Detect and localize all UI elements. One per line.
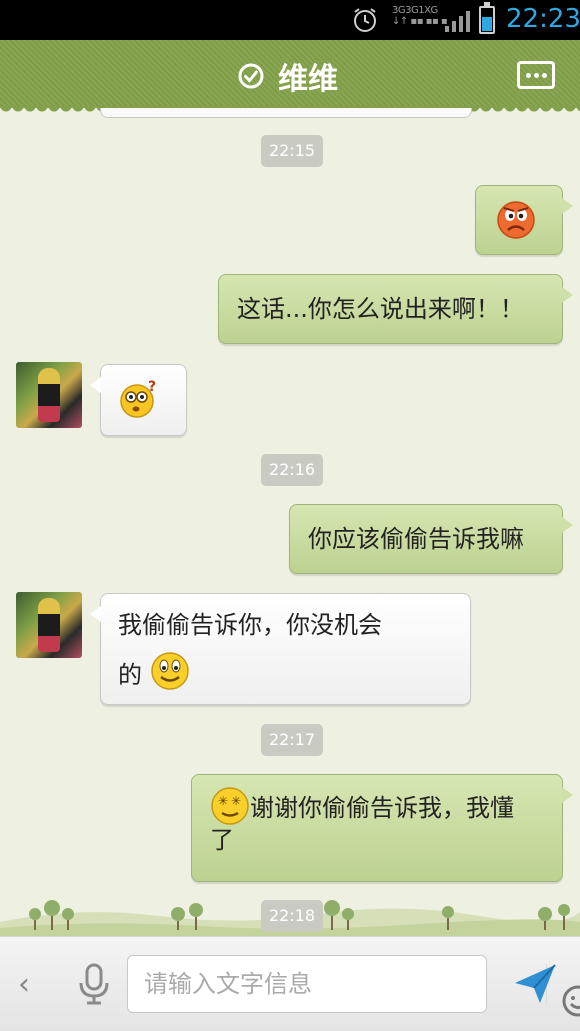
status-bar: 3G3G1XG ↓↑ ▪▪ ▪▪ ▪ 22:23 — [0, 0, 580, 40]
timestamp: 22:16 — [261, 454, 324, 486]
send-icon[interactable] — [512, 961, 558, 1007]
svg-text:✳: ✳ — [218, 794, 228, 808]
svg-text:?: ? — [148, 379, 156, 395]
back-chevron-icon[interactable]: ‹ — [18, 967, 30, 1002]
network-type-indicator: 3G3G1XG ↓↑ ▪▪ ▪▪ ▪ — [392, 5, 448, 27]
alarm-icon — [354, 8, 376, 32]
message-text-field — [127, 955, 580, 1017]
chat-header: 维维 — [0, 40, 580, 114]
microphone-icon[interactable] — [78, 963, 110, 1005]
signal-icon — [445, 11, 470, 32]
previous-message-bubble[interactable] — [100, 108, 472, 118]
incoming-message[interactable]: ? — [90, 364, 187, 436]
outgoing-message[interactable]: 这话...你怎么说出来啊！！ — [218, 274, 573, 344]
more-menu-button[interactable] — [517, 61, 555, 89]
incoming-message[interactable]: 我偷偷告诉你，你没机会 的 — [90, 593, 471, 705]
timestamp: 22:18 — [261, 900, 324, 932]
message-input[interactable] — [144, 966, 414, 1002]
message-input-bar: ‹ — [0, 936, 580, 1031]
timestamp: 22:15 — [261, 135, 324, 167]
contact-avatar[interactable] — [16, 362, 82, 428]
outgoing-message[interactable]: 你应该偷偷告诉我嘛 — [289, 504, 573, 574]
confused-question-emoji: ? — [120, 379, 156, 418]
emoji-picker-icon[interactable] — [561, 984, 580, 1018]
dizzy-eyes-emoji: ✳ ✳ — [211, 787, 249, 825]
message-text: 谢谢你偷偷告诉我，我懂 — [250, 794, 514, 822]
smile-emoji — [150, 652, 189, 690]
message-list[interactable]: 22:15 这话...你怎么说出来啊！！ ? 22:16 你应该偷偷告诉我嘛 我… — [0, 108, 580, 936]
message-text: 我偷偷告诉你，你没机会 — [118, 611, 382, 639]
contact-name[interactable]: 维维 — [278, 54, 338, 98]
timestamp: 22:17 — [261, 724, 324, 756]
online-check-icon — [238, 63, 264, 89]
angry-face-emoji — [497, 201, 535, 239]
outgoing-message[interactable] — [475, 185, 573, 255]
battery-icon — [479, 2, 495, 34]
more-menu-icon — [526, 73, 531, 78]
message-text: 你应该偷偷告诉我嘛 — [308, 525, 524, 553]
contact-avatar[interactable] — [16, 592, 82, 658]
outgoing-message[interactable]: ✳ ✳ 谢谢你偷偷告诉我，我懂 了 — [191, 774, 573, 882]
message-text: 这话...你怎么说出来啊！！ — [237, 295, 524, 323]
message-text: 的 — [118, 661, 142, 689]
svg-text:✳: ✳ — [231, 794, 241, 808]
clock: 22:23 — [506, 4, 580, 34]
